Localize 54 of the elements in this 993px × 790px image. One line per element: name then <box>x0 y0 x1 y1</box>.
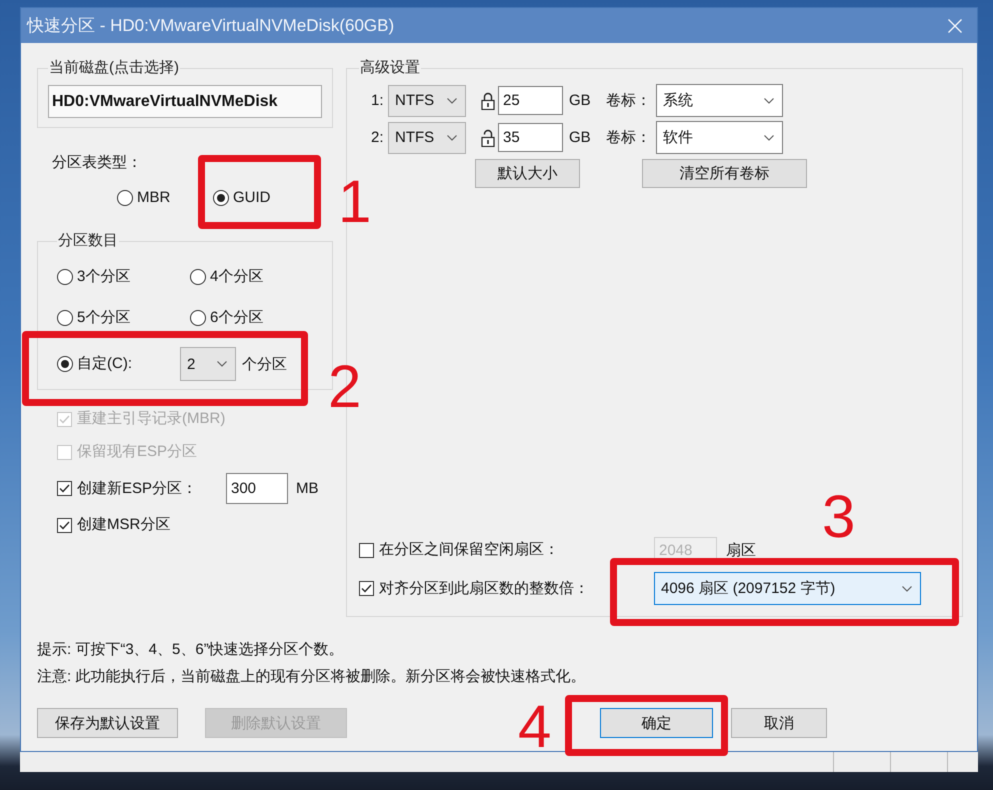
default-size-button[interactable]: 默认大小 <box>475 159 580 188</box>
radio-option[interactable]: GUID <box>213 188 270 208</box>
window-title: 快速分区 - HD0:VMwareVirtualNVMeDisk(60GB) <box>27 15 394 37</box>
size-field[interactable]: 35 <box>498 123 563 152</box>
radio-option[interactable]: 自定(C): <box>57 354 132 374</box>
cancel-button[interactable]: 取消 <box>731 708 827 738</box>
partition-index: 2: <box>371 129 384 146</box>
chevron-down-icon <box>447 134 457 140</box>
field-label: 卷标： <box>606 128 651 147</box>
unit-label: GB <box>569 92 591 109</box>
chevron-down-icon <box>447 98 457 104</box>
chevron-down-icon <box>902 586 912 592</box>
close-icon[interactable] <box>948 18 962 32</box>
volume-label-dropdown[interactable]: 系统 <box>656 84 783 117</box>
annotation-number: 1 <box>338 172 372 232</box>
field-label: 卷标： <box>606 91 651 110</box>
radio-option[interactable]: 6个分区 <box>190 306 264 330</box>
chevron-down-icon <box>217 361 227 367</box>
annotation-number: 4 <box>518 697 552 757</box>
radio-option[interactable]: 5个分区 <box>57 306 130 330</box>
open-padlock-icon[interactable] <box>481 128 495 146</box>
unit-label: 个分区 <box>242 354 288 374</box>
annotation-number: 3 <box>822 487 856 547</box>
padlock-icon[interactable] <box>481 92 495 110</box>
disk-field[interactable]: HD0:VMwareVirtualNVMeDisk <box>48 85 322 118</box>
checkbox-option[interactable]: 对齐分区到此扇区数的整数倍： <box>359 578 589 598</box>
partition-index: 1: <box>371 92 384 109</box>
clear-labels-button[interactable]: 清空所有卷标 <box>642 159 807 188</box>
group-title: 当前磁盘(点击选择) <box>48 59 180 77</box>
radio-option[interactable]: 4个分区 <box>190 265 264 289</box>
alignment-dropdown[interactable]: 4096 扇区 (2097152 字节) <box>654 572 921 605</box>
unit-label: GB <box>569 129 591 146</box>
checkbox-option[interactable]: 创建MSR分区 <box>57 515 170 535</box>
field-label: 分区表类型： <box>52 154 142 171</box>
radio-option[interactable]: 3个分区 <box>57 265 130 289</box>
unit-label: 扇区 <box>726 540 757 560</box>
chevron-down-icon <box>764 134 774 140</box>
volume-label-dropdown[interactable]: 软件 <box>656 121 783 154</box>
ok-button[interactable]: 确定 <box>600 708 713 738</box>
chevron-down-icon <box>764 98 774 104</box>
group-title: 高级设置 <box>359 59 421 77</box>
size-field[interactable]: 25 <box>498 86 563 115</box>
annotation-number: 2 <box>328 357 362 417</box>
unit-label: MB <box>296 480 320 497</box>
filesystem-dropdown[interactable]: NTFS <box>388 84 466 116</box>
radio-option[interactable]: MBR <box>117 188 170 208</box>
filesystem-dropdown[interactable]: NTFS <box>388 122 466 154</box>
checkbox-option[interactable]: 创建新ESP分区： <box>57 478 198 498</box>
group-title: 分区数目 <box>57 232 119 250</box>
count-dropdown[interactable]: 2 <box>180 347 236 381</box>
save-default-button[interactable]: 保存为默认设置 <box>37 708 178 738</box>
size-field[interactable]: 300 <box>226 473 288 504</box>
note-text: 提示: 可按下“3、4、5、6”快速选择分区个数。 <box>37 640 345 660</box>
note-text: 注意: 此功能执行后，当前磁盘上的现有分区将被删除。新分区将会被快速格式化。 <box>37 667 586 687</box>
